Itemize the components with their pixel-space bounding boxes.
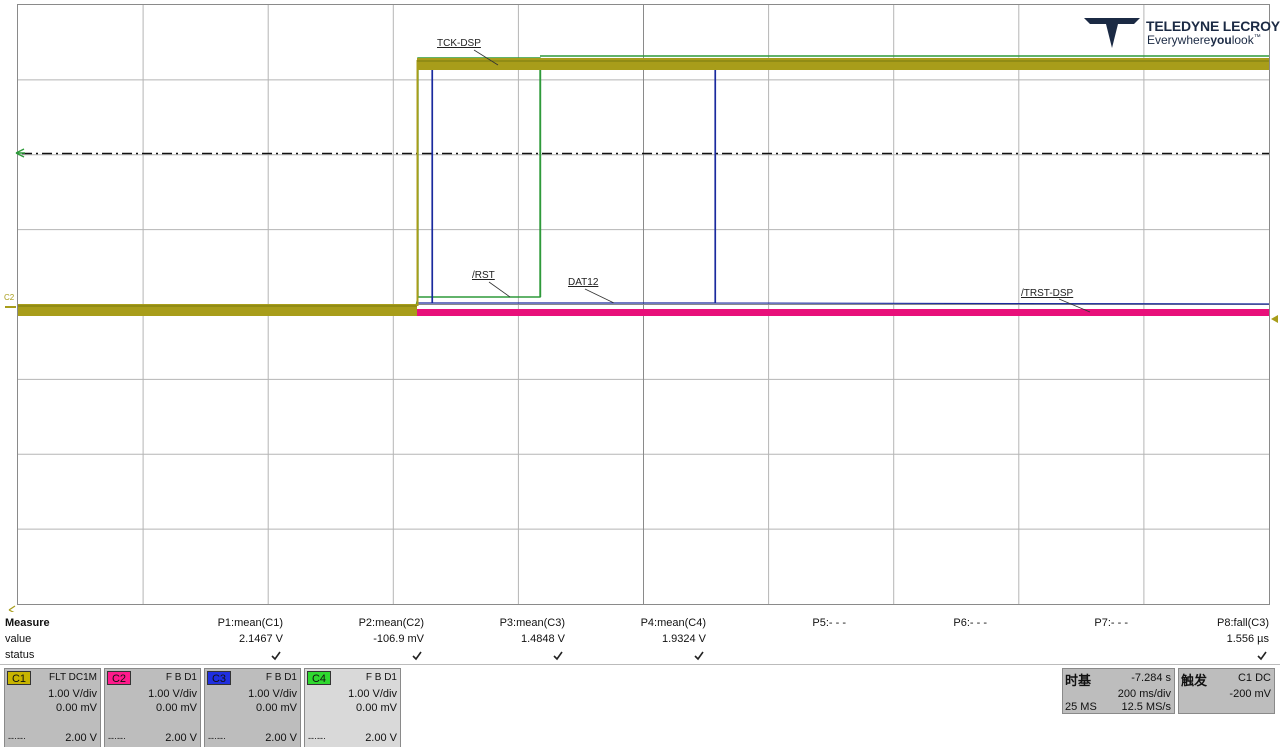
c1-trace-high [417,58,1269,70]
channel-offset: 0.00 mV [156,702,197,714]
waveform-display[interactable]: TELEDYNE LECROY Everywhereyoulook™ TCK-D… [0,0,1280,612]
trace-label-tck[interactable]: TCK-DSP [437,38,481,49]
waveform-grid [5,4,1278,612]
channel-level: 2.00 V [365,732,397,744]
c2-trace [417,309,1269,316]
channel-mode: F B D1 [165,672,197,683]
channel-mode: FLT DC1M [49,672,97,683]
channel-vdiv: 1.00 V/div [48,688,97,700]
trace-label-dat[interactable]: DAT12 [568,277,598,288]
channel-offset: 0.00 mV [356,702,397,714]
brand-logo: TELEDYNE LECROY Everywhereyoulook™ [1082,16,1280,50]
channel-mode: F B D1 [365,672,397,683]
measure-param-value: 1.4848 V [520,633,565,645]
channel-box-c1[interactable]: C1 FLT DC1M 1.00 V/div 0.00 mV --·--· 2.00 V [4,668,101,747]
timebase-title: 时基 [1065,673,1092,688]
status-check-icon [271,651,281,661]
status-check-icon [553,651,563,661]
channel-panel: C1 FLT DC1M 1.00 V/div 0.00 mV --·--· 2.00 VC… [0,664,1280,747]
channel-vdiv: 1.00 V/div [348,688,397,700]
channel-box-c4[interactable]: C4 F B D1 1.00 V/div 0.00 mV --·--· 2.00 V [304,668,401,747]
c2-channel-marker: C2 [4,293,15,302]
channel-box-c2[interactable]: C2 F B D1 1.00 V/div 0.00 mV --·--· 2.00 V [104,668,201,747]
measure-param-value: 1.9324 V [661,633,706,645]
timebase-samples: 25 MS [1065,701,1097,713]
trigger-title: 触发 [1181,673,1208,688]
channel-dash: --·--· [108,733,126,743]
channel-level: 2.00 V [65,732,97,744]
measure-param-value: -106.9 mV [373,633,424,645]
timebase-tdiv: 200 ms/div [1117,688,1171,700]
measure-param-value: 2.1467 V [238,633,283,645]
channel-offset: 0.00 mV [256,702,297,714]
channel-vdiv: 1.00 V/div [148,688,197,700]
measure-param-name: P8:fall(C3) [1217,617,1269,629]
channel-box-c3[interactable]: C3 F B D1 1.00 V/div 0.00 mV --·--· 2.00 V [204,668,301,747]
measure-param-name: P4:mean(C4) [640,617,706,629]
measure-param-name: P2:mean(C2) [358,617,424,629]
status-check-icon [694,651,704,661]
measure-header: Measure [5,617,50,629]
channel-dash: --·--· [8,733,26,743]
measure-param-name: P6:- - - [953,617,987,629]
channel-tag: C2 [107,671,131,685]
timebase-box[interactable]: 时基 -7.284 s 200 ms/div 25 MS 12.5 MS/s [1062,668,1175,714]
channel-tag: C4 [307,671,331,685]
trigger-box[interactable]: 触发 C1 DC -200 mV [1178,668,1275,714]
trace-label-trst[interactable]: /TRST-DSP [1021,288,1073,299]
channel-tag: C1 [7,671,31,685]
channel-dash: --·--· [208,733,226,743]
c2-offset-marker-icon [1271,315,1278,323]
measure-row-value: value [5,633,32,645]
measure-param-name: P3:mean(C3) [499,617,565,629]
trigger-level: -200 mV [1229,688,1271,700]
measure-param-value: 1.556 µs [1226,633,1269,645]
brand-name: TELEDYNE LECROY [1146,18,1280,34]
measure-table[interactable]: Measure value status P1:mean(C1) 2.1467 V… [0,616,1280,664]
trigger-source: C1 DC [1237,672,1271,684]
channel-tag: C3 [207,671,231,685]
status-check-icon [412,651,422,661]
measure-param-name: P1:mean(C1) [217,617,283,629]
timebase-rate: 12.5 MS/s [1121,701,1171,713]
channel-offset: 0.00 mV [56,702,97,714]
channel-mode: F B D1 [265,672,297,683]
channel-vdiv: 1.00 V/div [248,688,297,700]
timebase-delay: -7.284 s [1131,672,1171,684]
measure-row-status: status [5,649,35,661]
status-check-icon [1257,651,1267,661]
bottom-left-arrow-icon [8,605,16,612]
measure-param-name: P7:- - - [1094,617,1128,629]
brand-tagline: Everywhereyoulook™ [1147,33,1261,47]
channel-level: 2.00 V [165,732,197,744]
trace-label-rst[interactable]: /RST [472,270,495,281]
channel-level: 2.00 V [265,732,297,744]
measure-param-name: P5:- - - [812,617,846,629]
channel-dash: --·--· [308,733,326,743]
